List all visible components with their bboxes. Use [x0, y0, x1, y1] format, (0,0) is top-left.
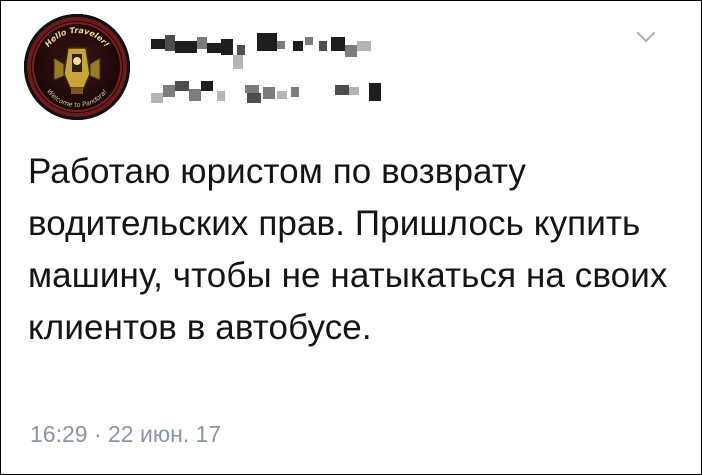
- avatar[interactable]: Hello Traveler! Welcome to Pandora!: [24, 14, 130, 120]
- tweet-text: Работаю юристом по возврату водительских…: [28, 152, 668, 347]
- tweet-timestamp[interactable]: 16:29 · 22 июн. 17: [30, 421, 221, 448]
- avatar-robot-icon: Hello Traveler! Welcome to Pandora!: [32, 22, 122, 112]
- tweet-card: Hello Traveler! Welcome to Pandora! Рабо…: [0, 0, 702, 475]
- chevron-down-icon[interactable]: [635, 29, 657, 45]
